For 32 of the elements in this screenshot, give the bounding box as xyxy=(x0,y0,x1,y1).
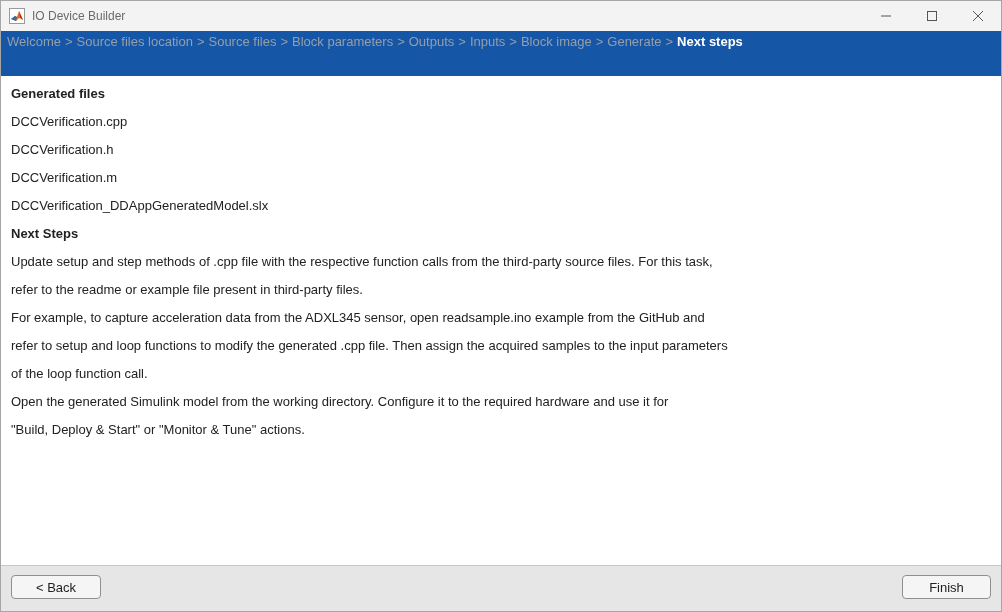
instruction-paragraph: Update setup and step methods of .cpp file with the respective function calls from the third-party source files. For this task, refer to the readme or example file present in third-party files. xyxy=(11,253,713,299)
breadcrumb-step: Next steps xyxy=(677,34,743,50)
breadcrumb-step: Source files location xyxy=(76,34,193,50)
file-name: DCCVerification_DDAppGeneratedModel.slx xyxy=(11,197,270,215)
breadcrumb-step: Block image xyxy=(520,34,592,50)
breadcrumb-separator: > xyxy=(458,34,466,50)
file-name: DCCVerification.m xyxy=(11,169,119,187)
instruction-paragraph: Open the generated Simulink model from the working directory. Configure it to the required hardware and use it for "Build, Deploy & Start" or "Monitor & Tune" actions. xyxy=(11,393,669,439)
finish-button[interactable]: Finish xyxy=(902,575,991,599)
breadcrumb-separator: > xyxy=(280,34,288,50)
breadcrumb-step: Inputs xyxy=(469,34,506,50)
maximize-icon xyxy=(927,11,937,21)
window-title: IO Device Builder xyxy=(32,9,126,23)
close-icon xyxy=(973,11,983,21)
breadcrumb-step: Outputs xyxy=(408,34,455,50)
back-button[interactable]: < Back xyxy=(11,575,101,599)
breadcrumb-step: Block parameters xyxy=(292,34,394,50)
breadcrumb-separator: > xyxy=(509,34,517,50)
section-heading: Next Steps xyxy=(11,225,80,243)
breadcrumb-step: Generate xyxy=(607,34,662,50)
file-name: DCCVerification.h xyxy=(11,141,115,159)
instruction-paragraph: For example, to capture acceleration data from the ADXL345 sensor, open readsample.ino example from the GitHub and refer to setup and loop functions to modify the generated .cpp file. Then assign the acquired samples to the input parameters of the loop function call. xyxy=(11,309,728,383)
section-heading: Generated files xyxy=(11,85,106,103)
breadcrumb-step: Welcome xyxy=(7,34,61,50)
file-name: DCCVerification.cpp xyxy=(11,113,129,131)
breadcrumb-separator: > xyxy=(196,34,205,50)
breadcrumb-separator: > xyxy=(397,34,405,50)
breadcrumb-separator: > xyxy=(665,34,674,50)
breadcrumb-step: Source files xyxy=(208,34,277,50)
breadcrumb-separator: > xyxy=(64,34,73,50)
peak-logo-icon xyxy=(9,8,25,24)
breadcrumb-separator: > xyxy=(595,34,604,50)
